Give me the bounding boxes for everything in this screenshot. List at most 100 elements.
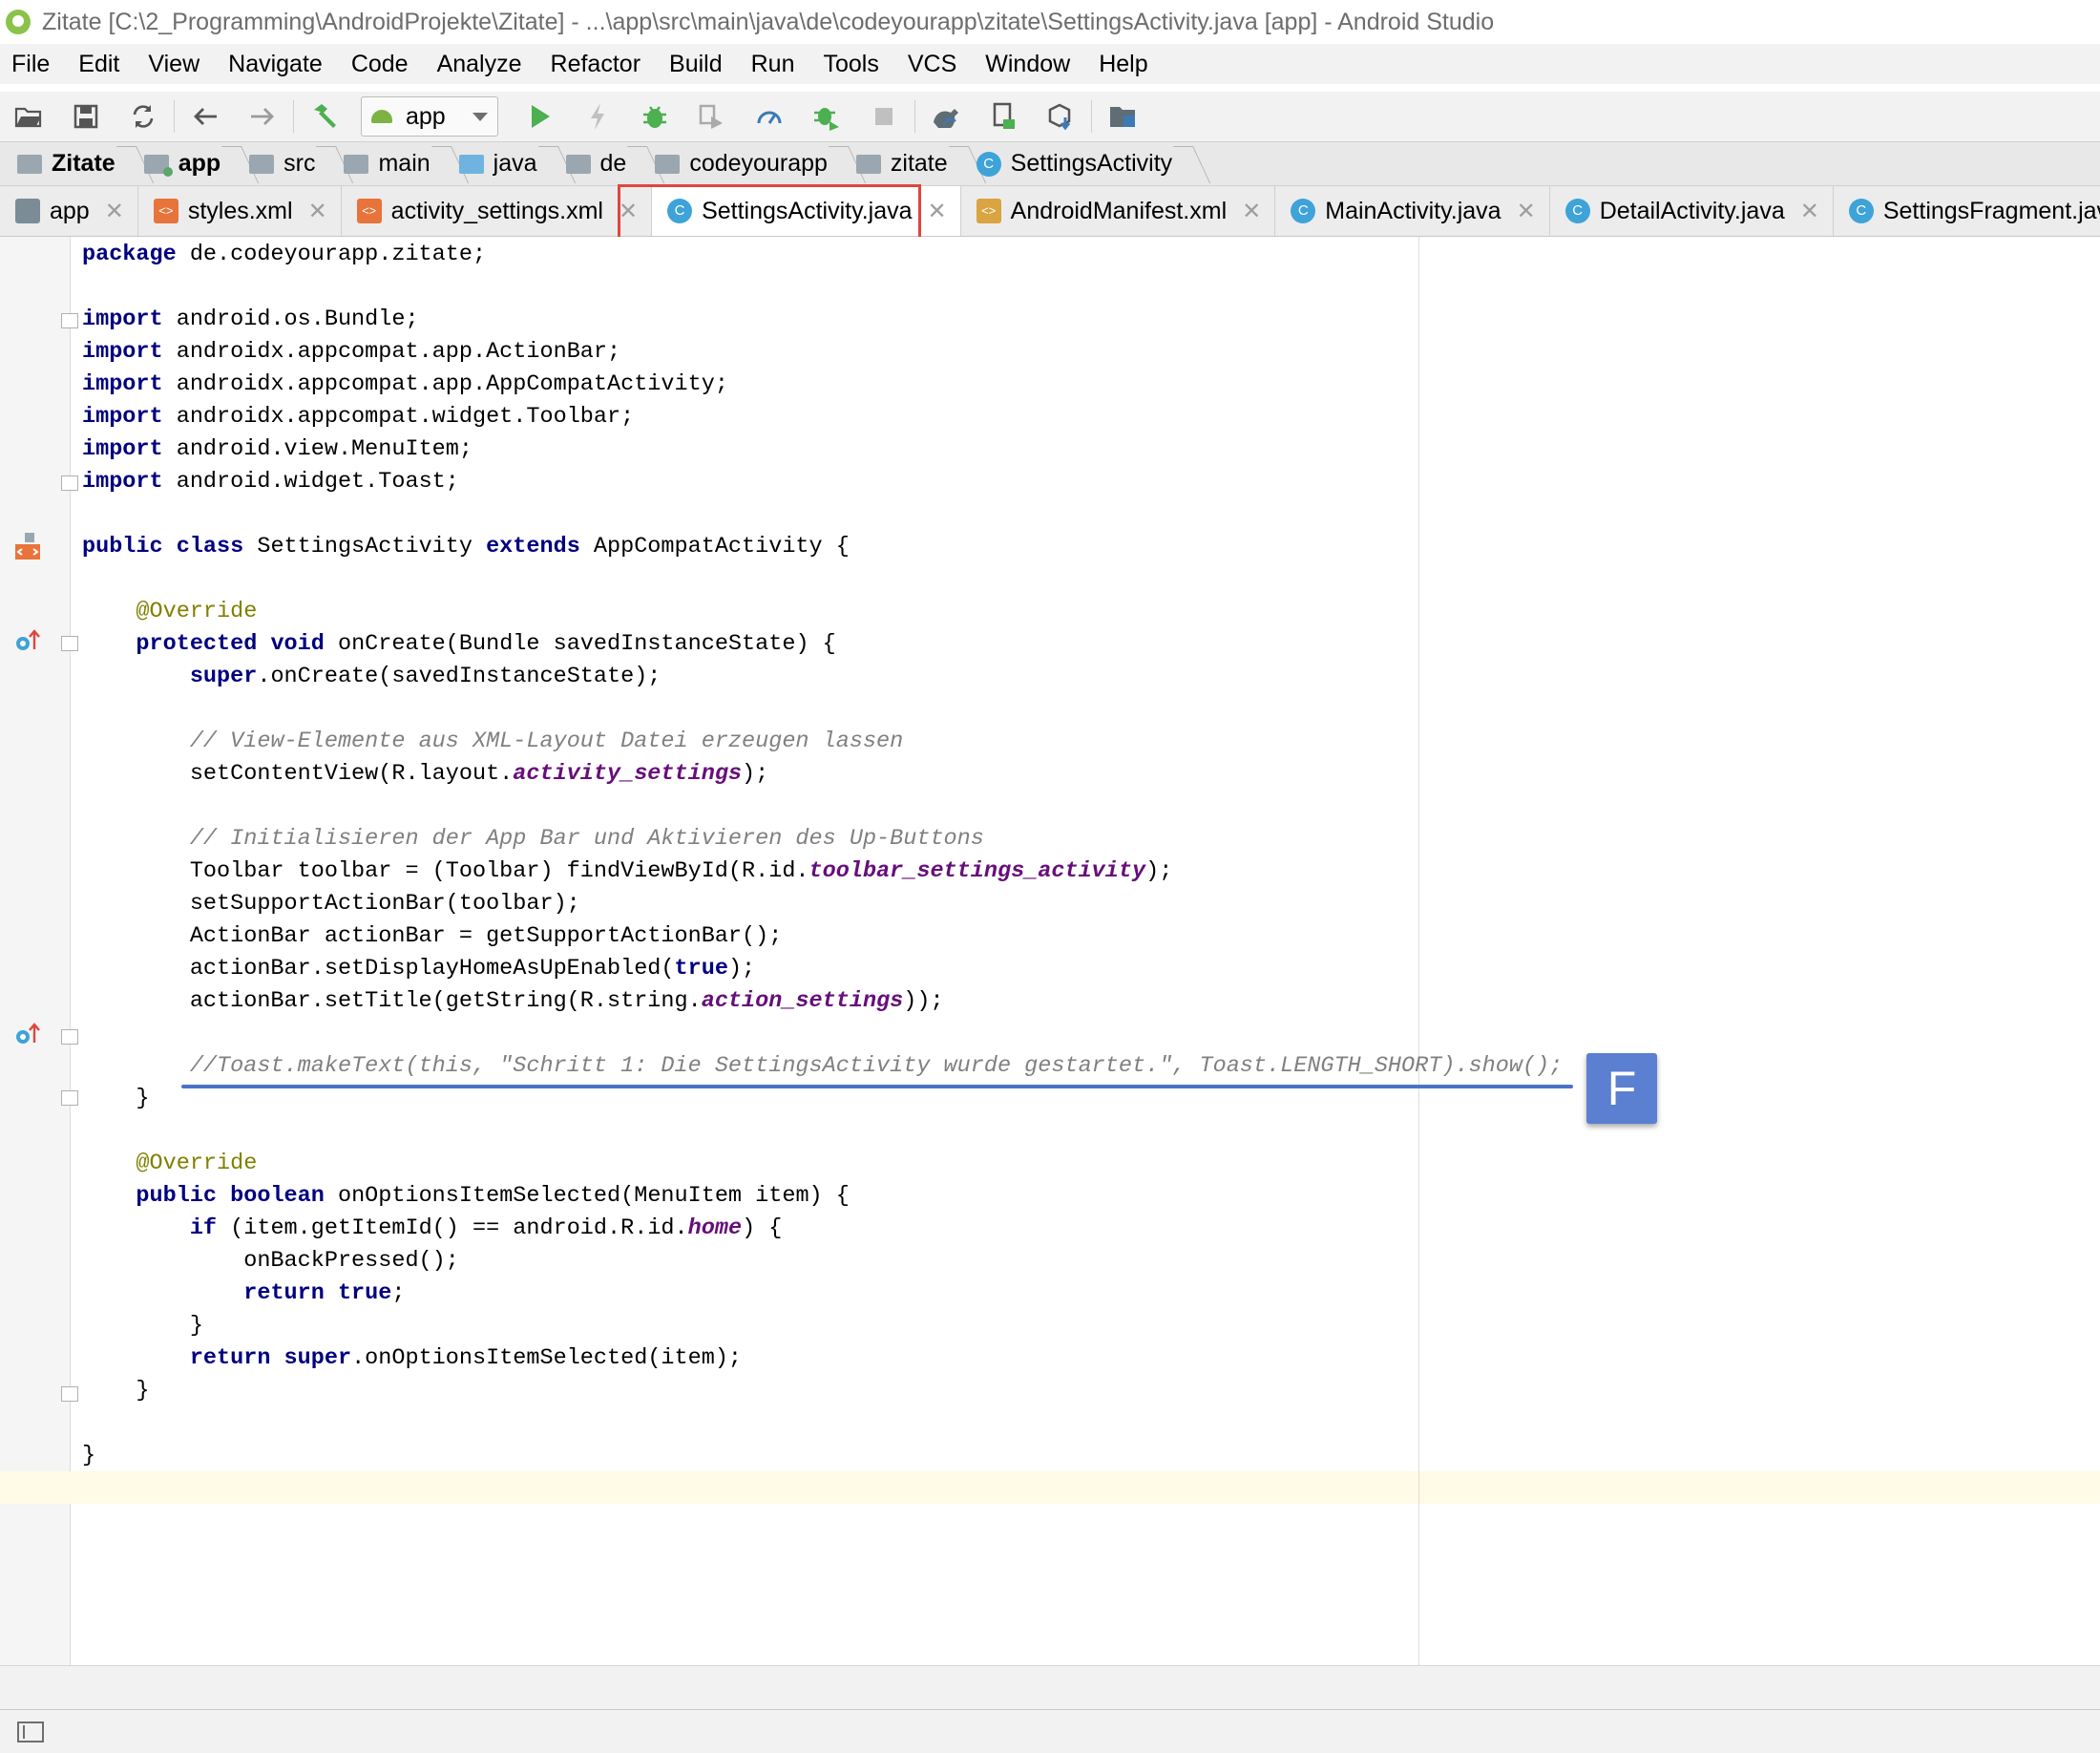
attach-debugger-icon[interactable] (752, 99, 787, 134)
close-icon[interactable]: ✕ (928, 198, 947, 225)
code-line[interactable]: actionBar.setDisplayHomeAsUpEnabled(true… (82, 953, 1563, 985)
breadcrumb-item-zitate[interactable]: zitate (839, 142, 959, 186)
code-line[interactable]: return super.onOptionsItemSelected(item)… (82, 1342, 1563, 1375)
menu-build[interactable]: Build (655, 44, 737, 84)
close-icon[interactable]: ✕ (308, 198, 327, 225)
menu-edit[interactable]: Edit (64, 44, 134, 84)
code-line[interactable]: return true; (82, 1278, 1563, 1310)
fold-marker[interactable] (61, 1386, 78, 1402)
tab-settingsactivity-java[interactable]: C SettingsActivity.java ✕ (652, 186, 961, 236)
run-configuration-dropdown[interactable]: app (361, 96, 498, 137)
code-line[interactable] (82, 498, 1563, 531)
run-icon[interactable] (523, 99, 557, 134)
code-line[interactable]: public class SettingsActivity extends Ap… (82, 531, 1563, 563)
code-editor[interactable]: package de.codeyourapp.zitate; import and… (0, 237, 2100, 1665)
override-method-gutter-icon[interactable] (13, 628, 40, 650)
code-line[interactable]: public boolean onOptionsItemSelected(Men… (82, 1180, 1563, 1213)
menu-vcs[interactable]: VCS (893, 44, 971, 84)
code-line[interactable]: if (item.getItemId() == android.R.id.hom… (82, 1213, 1563, 1245)
code-line[interactable] (82, 1018, 1563, 1050)
open-icon[interactable] (11, 99, 46, 134)
source-code[interactable]: package de.codeyourapp.zitate; import and… (82, 239, 1563, 1472)
breadcrumb-item-de[interactable]: de (549, 142, 639, 186)
profile-icon[interactable] (695, 99, 729, 134)
breadcrumb-item-main[interactable]: main (326, 142, 441, 186)
tool-window-toggle-icon[interactable] (17, 1721, 44, 1742)
gradle-sync-icon[interactable] (929, 99, 963, 134)
breadcrumb-item-codeyourapp[interactable]: codeyourapp (638, 142, 839, 186)
forward-icon[interactable] (245, 99, 280, 134)
tab-androidmanifest-xml[interactable]: <> AndroidManifest.xml ✕ (961, 186, 1276, 236)
code-line[interactable]: package de.codeyourapp.zitate; (82, 239, 1563, 271)
code-line[interactable]: onBackPressed(); (82, 1245, 1563, 1278)
code-line[interactable]: Toolbar toolbar = (Toolbar) findViewById… (82, 855, 1563, 888)
breadcrumb-item-app[interactable]: app (127, 142, 232, 186)
code-line[interactable]: setContentView(R.layout.activity_setting… (82, 758, 1563, 791)
code-line[interactable]: ActionBar actionBar = getSupportActionBa… (82, 920, 1563, 953)
sync-icon[interactable] (126, 99, 160, 134)
menu-code[interactable]: Code (337, 44, 423, 84)
code-line[interactable]: import androidx.appcompat.app.AppCompatA… (82, 369, 1563, 401)
menu-help[interactable]: Help (1084, 44, 1162, 84)
breadcrumb-item-java[interactable]: java (442, 142, 549, 186)
code-line[interactable] (82, 271, 1563, 304)
code-line[interactable]: import android.widget.Toast; (82, 466, 1563, 498)
attach-debugger-process-icon[interactable] (809, 99, 844, 134)
code-line[interactable]: setSupportActionBar(toolbar); (82, 888, 1563, 920)
tab-detailactivity-java[interactable]: C DetailActivity.java ✕ (1550, 186, 1834, 236)
layout-file-gutter-icon[interactable] (13, 531, 40, 560)
close-icon[interactable]: ✕ (105, 198, 124, 225)
tab-settingsfragment-java[interactable]: CSettingsFragment.java✕ (1834, 186, 2100, 236)
code-line[interactable] (82, 1407, 1563, 1440)
code-line[interactable] (82, 1115, 1563, 1148)
code-line[interactable]: actionBar.setTitle(getString(R.string.ac… (82, 985, 1563, 1018)
debug-icon[interactable] (638, 99, 672, 134)
close-icon[interactable]: ✕ (1517, 198, 1536, 225)
menu-refactor[interactable]: Refactor (536, 44, 655, 84)
code-line[interactable]: import android.view.MenuItem; (82, 433, 1563, 466)
code-line[interactable]: import androidx.appcompat.widget.Toolbar… (82, 401, 1563, 433)
breadcrumb-item-src[interactable]: src (232, 142, 326, 186)
make-project-icon[interactable] (307, 99, 342, 134)
code-line[interactable]: } (82, 1440, 1563, 1472)
code-line[interactable]: import androidx.appcompat.app.ActionBar; (82, 336, 1563, 369)
menu-analyze[interactable]: Analyze (423, 44, 536, 84)
tab-app[interactable]: app ✕ (0, 186, 138, 236)
menu-run[interactable]: Run (737, 44, 809, 84)
menu-window[interactable]: Window (971, 44, 1084, 84)
menu-tools[interactable]: Tools (808, 44, 892, 84)
menu-navigate[interactable]: Navigate (214, 44, 337, 84)
menu-file[interactable]: File (0, 44, 64, 84)
sdk-manager-icon[interactable] (1043, 99, 1078, 134)
breadcrumb-item-zitate[interactable]: Zitate (0, 142, 127, 186)
code-line[interactable]: //Toast.makeText(this, "Schritt 1: Die S… (82, 1050, 1563, 1083)
fold-marker[interactable] (61, 1090, 78, 1106)
back-icon[interactable] (188, 99, 222, 134)
code-line[interactable] (82, 693, 1563, 726)
code-line[interactable]: @Override (82, 596, 1563, 628)
stop-icon[interactable] (867, 99, 901, 134)
close-icon[interactable]: ✕ (1242, 198, 1261, 225)
tab-mainactivity-java[interactable]: C MainActivity.java ✕ (1275, 186, 1550, 236)
override-method-gutter-icon[interactable] (13, 1022, 40, 1044)
code-line[interactable] (82, 791, 1563, 823)
project-structure-icon[interactable] (1105, 99, 1140, 134)
code-line[interactable]: } (82, 1375, 1563, 1407)
close-icon[interactable]: ✕ (1800, 198, 1819, 225)
fold-marker[interactable] (61, 1029, 78, 1045)
code-line[interactable]: super.onCreate(savedInstanceState); (82, 661, 1563, 693)
tab-activity-settings-xml[interactable]: <> activity_settings.xml ✕ (342, 186, 653, 236)
code-line[interactable]: } (82, 1310, 1563, 1342)
fold-marker[interactable] (61, 636, 78, 651)
menu-view[interactable]: View (134, 44, 214, 84)
save-icon[interactable] (69, 99, 103, 134)
fold-marker[interactable] (61, 313, 78, 328)
fold-marker[interactable] (61, 475, 78, 491)
breadcrumb-item-settingsactivity[interactable]: C SettingsActivity (959, 142, 1185, 186)
code-line[interactable]: // Initialisieren der App Bar und Aktivi… (82, 823, 1563, 855)
tab-styles-xml[interactable]: <> styles.xml ✕ (138, 186, 342, 236)
code-line[interactable]: // View-Elemente aus XML-Layout Datei er… (82, 726, 1563, 758)
code-line[interactable]: import android.os.Bundle; (82, 304, 1563, 336)
close-icon[interactable]: ✕ (619, 198, 638, 225)
avd-manager-icon[interactable] (986, 99, 1020, 134)
